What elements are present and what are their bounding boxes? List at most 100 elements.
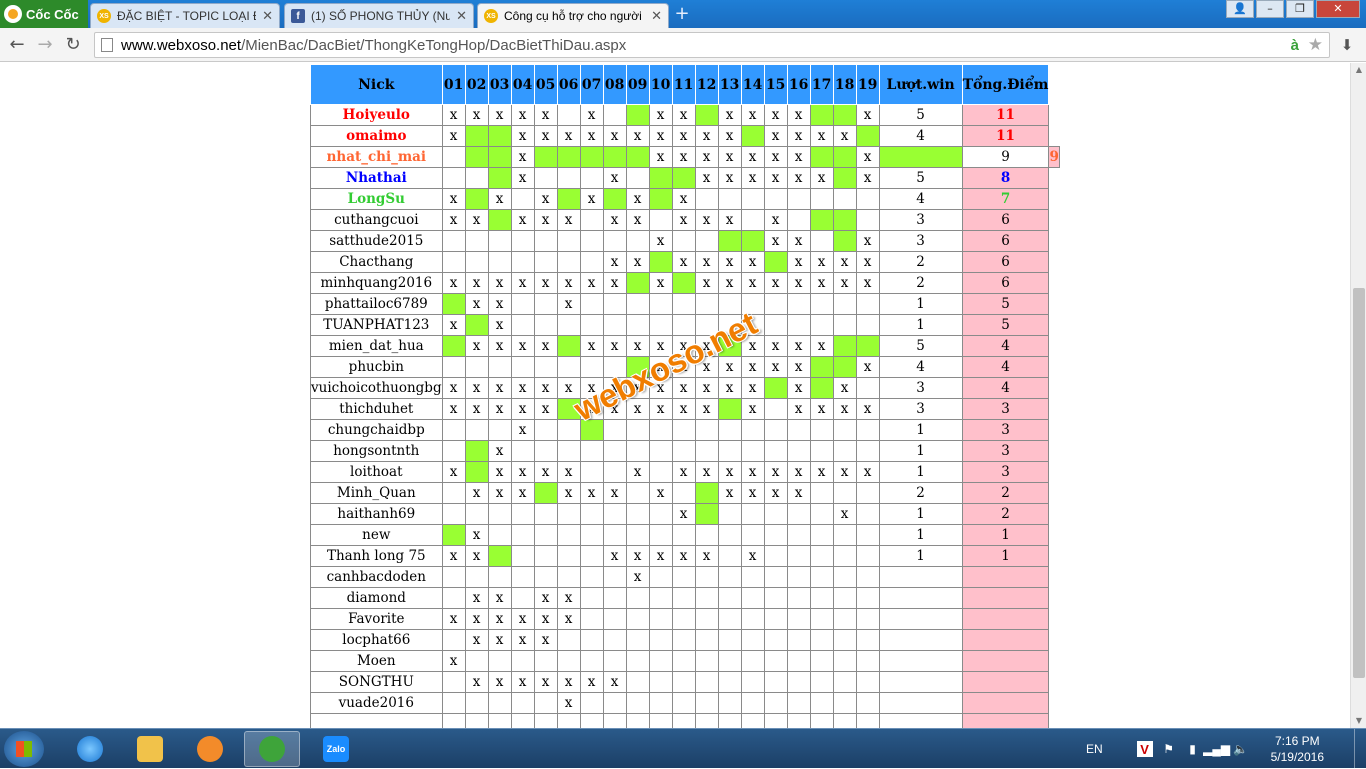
day-cell [533,251,558,273]
day-cell: x [441,125,466,147]
scroll-up-arrow-icon[interactable]: ▲ [1351,63,1366,77]
scroll-down-arrow-icon[interactable]: ▼ [1351,714,1366,728]
day-cell [648,671,673,693]
day-cell: x [487,335,512,357]
day-cell [763,440,788,462]
table-row: haithanh69 x x 1 2 [310,503,1060,525]
points-cell: 6 [961,209,1050,231]
forward-arrow-icon[interactable]: → [34,34,56,56]
scrollbar-thumb[interactable] [1353,288,1365,678]
day-cell: x [487,587,512,609]
language-indicator[interactable]: EN [1086,742,1103,756]
day-cell: x [855,146,880,168]
battery-icon[interactable]: ▮ [1185,741,1201,757]
day-cell: x [533,398,558,420]
table-row: LongSu x x x x x x 4 7 [310,188,1060,210]
start-button[interactable] [4,731,44,767]
wins-cell: 2 [878,272,963,294]
day-cell [625,272,650,294]
day-cell: x [786,482,811,504]
day-cell [855,545,880,567]
day-cell: x [740,104,765,126]
day-cell [533,482,558,504]
day-cell [855,209,880,231]
day-cell [533,524,558,546]
day-cell [464,188,489,210]
day-cell [671,482,696,504]
translate-icon[interactable]: à [1291,37,1299,54]
taskbar-internet-explorer[interactable] [62,731,118,767]
day-cell: x [717,146,742,168]
day-cell [809,566,834,588]
taskbar-zalo[interactable]: Zalo [308,731,364,767]
day-cell [625,440,650,462]
nick-cell: Favorite [310,608,443,630]
day-cell [832,587,857,609]
window-controls: 👤 – ❐ ✕ [1224,0,1360,18]
tab-cong-cu[interactable]: XS Công cụ hỗ trợ cho người ✕ [477,3,669,28]
day-cell [740,566,765,588]
wins-cell: 4 [878,125,963,147]
minimize-button[interactable]: – [1256,0,1284,18]
action-center-flag-icon[interactable]: ⚑ [1161,741,1177,757]
day-cell [510,713,535,728]
day-cell [809,104,834,126]
taskbar-media-player[interactable] [182,731,238,767]
day-cell [648,461,673,483]
network-signal-icon[interactable]: ▂▄▆ [1203,741,1230,757]
volume-icon[interactable]: 🔈 [1233,741,1249,757]
day-cell: x [487,377,512,399]
day-cell: x [740,377,765,399]
close-window-button[interactable]: ✕ [1316,0,1360,18]
antivirus-icon[interactable]: V [1136,741,1153,757]
day-cell [671,566,696,588]
day-cell: x [832,272,857,294]
maximize-button[interactable]: ❐ [1286,0,1314,18]
day-cell [441,629,466,651]
header-day-15: 15 [763,64,788,105]
address-bar[interactable]: www.webxoso.net/MienBac/DacBiet/ThongKeT… [94,32,1330,58]
points-cell: 9 [1048,146,1060,168]
wins-cell [878,629,963,651]
day-cell [625,524,650,546]
vertical-scrollbar[interactable]: ▲ ▼ [1350,63,1366,728]
day-cell: x [648,104,673,126]
day-cell: x [763,125,788,147]
back-arrow-icon[interactable]: ← [6,34,28,56]
reload-icon[interactable]: ↻ [62,34,84,56]
system-clock[interactable]: 7:16 PM 5/19/2016 [1271,733,1324,765]
windows-taskbar: Zalo EN V ⚑ ▮ ▂▄▆ 🔈 7:16 PM 5/19/2016 [0,728,1366,769]
new-tab-button[interactable]: + [672,5,692,24]
day-cell: x [464,209,489,231]
media-player-icon [197,736,223,762]
day-cell: x [786,377,811,399]
show-desktop-button[interactable] [1354,729,1366,769]
day-cell: x [441,272,466,294]
tab-close-icon[interactable]: ✕ [456,8,467,24]
tab-close-icon[interactable]: ✕ [262,8,273,24]
points-cell: 6 [961,272,1050,294]
day-cell [579,545,604,567]
header-day-08: 08 [602,64,627,105]
taskbar-file-explorer[interactable] [122,731,178,767]
day-cell [671,440,696,462]
header-day-01: 01 [441,64,466,105]
tab-close-icon[interactable]: ✕ [651,8,662,24]
day-cell [671,692,696,714]
day-cell [763,398,788,420]
download-icon[interactable]: ⬇ [1338,36,1356,54]
day-cell: x [671,545,696,567]
day-cell: x [464,608,489,630]
tab-topic-loai[interactable]: XS ĐẶC BIỆT - TOPIC LOẠI ĐẦ ✕ [90,3,280,28]
day-cell [579,608,604,630]
bookmark-star-icon[interactable]: ★ [1308,35,1323,55]
day-cell [740,692,765,714]
user-icon[interactable]: 👤 [1226,0,1254,18]
nick-cell: phucbin [310,356,443,378]
day-cell [579,713,604,728]
day-cell: x [694,167,719,189]
browser-brand[interactable]: Cốc Cốc [0,0,88,28]
day-cell [487,524,512,546]
tab-so-phong-thuy[interactable]: f (1) SỐ PHONG THỦY (Num ✕ [284,3,474,28]
taskbar-coccoc[interactable] [244,731,300,767]
